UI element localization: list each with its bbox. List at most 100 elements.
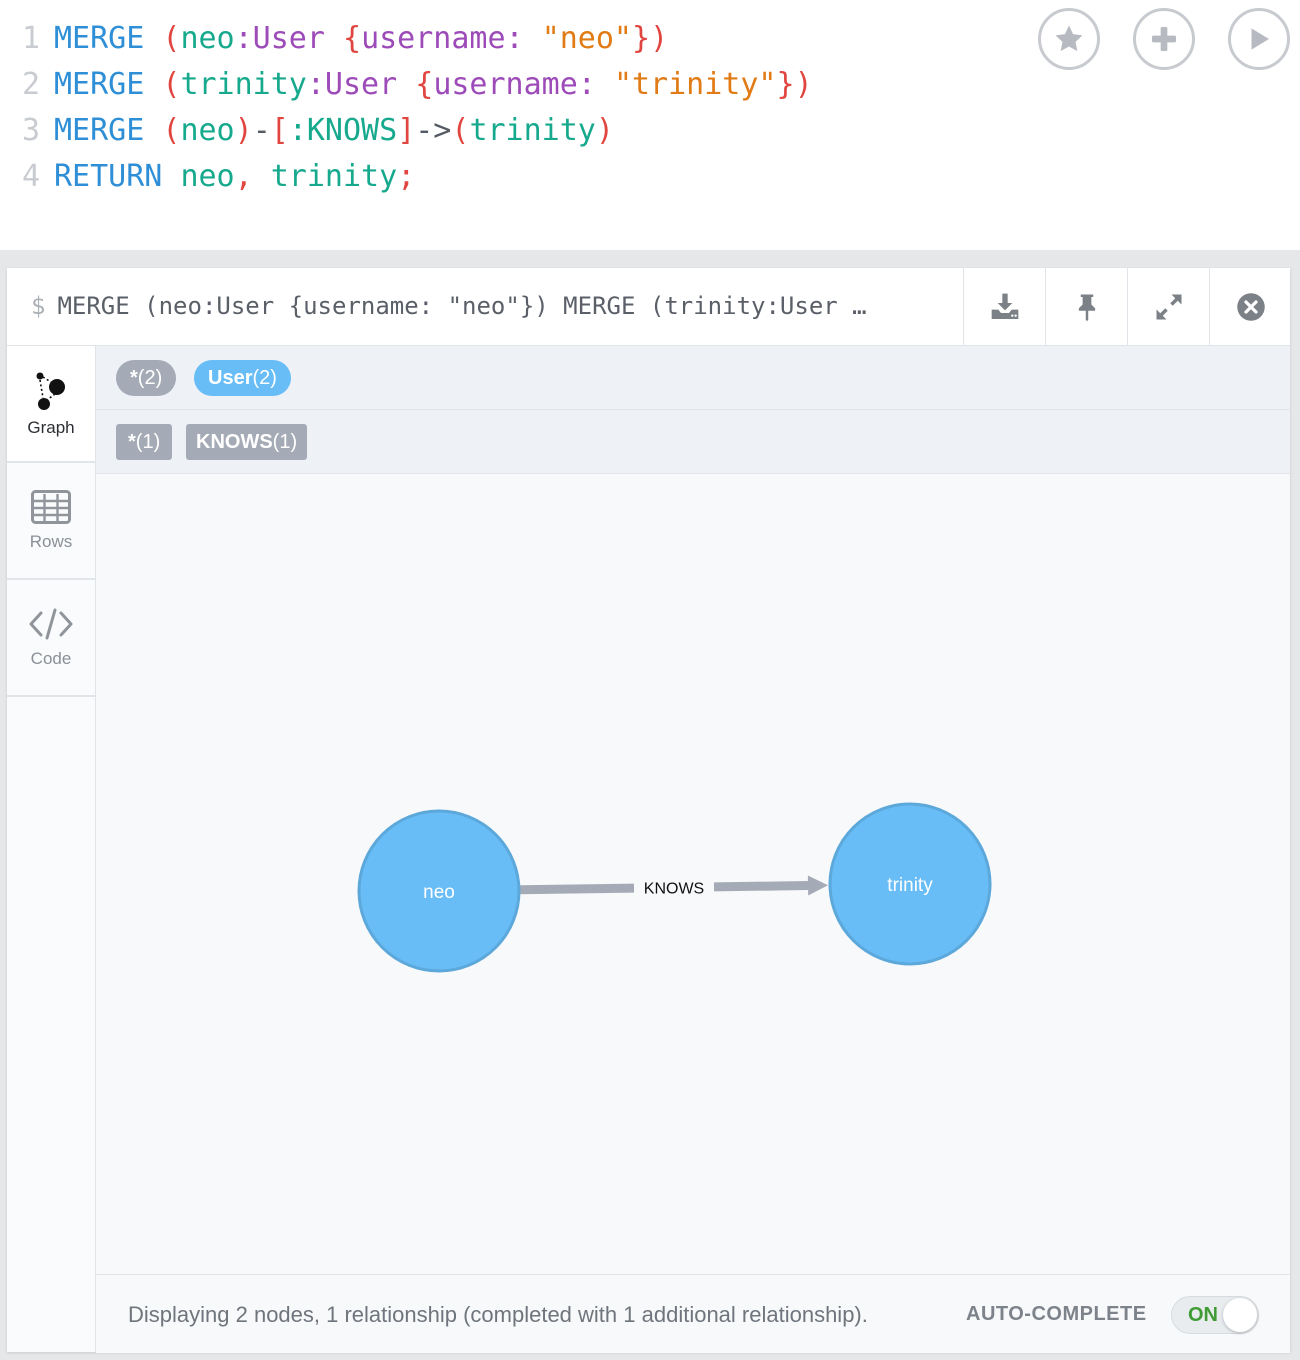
code-line[interactable]: 1 MERGE (neo:User {username: "neo"}) — [0, 16, 813, 62]
status-bar: Displaying 2 nodes, 1 relationship (comp… — [96, 1274, 1290, 1353]
legend-rel-all[interactable]: *(1) — [116, 424, 173, 460]
result-frame: $ MERGE (neo:User {username: "neo"}) MERG… — [7, 268, 1290, 1353]
code-token: "trinity" — [613, 67, 777, 102]
code-token: ) — [234, 113, 253, 148]
graph-canvas[interactable]: KNOWS neo trinity — [96, 474, 1290, 1274]
code-line[interactable]: 3 MERGE (neo)-[:KNOWS]->(trinity) — [0, 108, 813, 154]
legend-node-user-count: (2) — [252, 367, 277, 389]
code-text: RETURN neo, trinity; — [54, 154, 415, 200]
code-token: neo — [180, 113, 235, 148]
code-token: { — [343, 21, 362, 56]
graph-icon — [36, 372, 65, 410]
add-frame-button[interactable] — [1133, 8, 1195, 70]
code-token: ) — [794, 67, 813, 102]
legend-node-user-label: User — [208, 367, 253, 389]
frame-query-title[interactable]: $ MERGE (neo:User {username: "neo"}) MERG… — [31, 268, 931, 345]
code-token: { — [415, 67, 434, 102]
code-line[interactable]: 2 MERGE (trinity:User {username: "trinity… — [0, 62, 813, 108]
download-button[interactable] — [963, 268, 1045, 345]
graph-node-neo[interactable]: neo — [357, 809, 521, 973]
code-token: ] — [397, 113, 416, 148]
code-token: ( — [162, 67, 181, 102]
node-caption: trinity — [887, 875, 933, 896]
code-token: neo — [180, 21, 235, 56]
legend-rel-all-count: (1) — [135, 431, 161, 453]
legend-node-all-label: * — [130, 367, 138, 389]
code-token: , — [234, 159, 253, 194]
legend-node-all[interactable]: *(2) — [116, 360, 177, 396]
tab-code-label: Code — [30, 648, 72, 668]
code-line[interactable]: 4 RETURN neo, trinity; — [0, 154, 813, 200]
code-token: } — [776, 67, 795, 102]
relationship-label: KNOWS — [644, 881, 704, 898]
node-labels-legend: *(2) User(2) — [96, 346, 1290, 410]
pin-button[interactable] — [1045, 268, 1127, 345]
code-token: ( — [451, 113, 470, 148]
code-token: "neo" — [541, 21, 632, 56]
relationship-line — [519, 883, 635, 895]
tab-code[interactable]: Code — [7, 580, 95, 697]
code-token: ) — [595, 113, 614, 148]
code-token: :User — [234, 21, 325, 56]
tab-rows[interactable]: Rows — [7, 463, 95, 580]
legend-node-all-count: (2) — [137, 367, 163, 389]
graph-node-trinity[interactable]: trinity — [828, 802, 992, 966]
code-icon — [29, 608, 73, 639]
close-icon — [1236, 292, 1265, 321]
legend-rel-knows[interactable]: KNOWS(1) — [186, 424, 308, 460]
code-token: MERGE — [54, 21, 145, 56]
code-token: ( — [162, 21, 181, 56]
code-lines[interactable]: 1 MERGE (neo:User {username: "neo"}) 2 MERG… — [0, 16, 813, 200]
code-token: MERGE — [54, 113, 145, 148]
plus-icon — [1152, 27, 1176, 51]
expand-icon — [1156, 294, 1181, 319]
legend-node-user[interactable]: User(2) — [194, 360, 291, 396]
line-number: 1 — [21, 21, 40, 56]
tab-graph[interactable]: Graph — [7, 346, 95, 463]
code-token: trinity — [270, 159, 398, 194]
code-token: trinity — [180, 67, 307, 102]
code-token: username: — [433, 67, 596, 102]
run-query-button[interactable] — [1228, 8, 1290, 70]
graph-view: *(2) User(2) *(1) KNOWS(1) KNOWS neo trin… — [96, 346, 1290, 1353]
download-icon — [991, 293, 1018, 319]
code-token: ( — [162, 113, 181, 148]
code-token: :KNOWS — [288, 113, 398, 148]
fullscreen-button[interactable] — [1127, 268, 1209, 345]
relationship-knows[interactable]: KNOWS — [519, 875, 829, 898]
code-token: trinity — [469, 113, 596, 148]
close-frame-button[interactable] — [1209, 268, 1291, 345]
auto-complete-label: AUTO-COMPLETE — [966, 1303, 1147, 1325]
favorite-button[interactable] — [1038, 8, 1100, 70]
pin-icon — [1078, 294, 1095, 321]
frame-header: $ MERGE (neo:User {username: "neo"}) MERG… — [7, 268, 1290, 346]
legend-rel-knows-count: (1) — [272, 431, 298, 453]
code-text: MERGE (neo:User {username: "neo"}) — [54, 16, 668, 62]
code-token: :User — [306, 67, 398, 102]
tab-graph-label: Graph — [27, 417, 75, 437]
code-token: ; — [397, 159, 416, 194]
relationship-arrowhead — [807, 875, 829, 896]
status-text: Displaying 2 nodes, 1 relationship (comp… — [128, 1302, 868, 1327]
line-number: 4 — [21, 159, 40, 194]
star-icon — [1055, 25, 1083, 52]
line-number: 2 — [21, 67, 40, 102]
legend-rel-knows-label: KNOWS — [196, 431, 273, 453]
code-token: neo — [180, 159, 235, 194]
code-token: -> — [415, 113, 452, 148]
code-token: username: — [361, 21, 524, 56]
frame-title-text: MERGE (neo:User {username: "neo"}) MERGE… — [57, 292, 867, 320]
query-editor[interactable]: 1 MERGE (neo:User {username: "neo"}) 2 MERG… — [0, 0, 1300, 250]
line-number: 3 — [21, 113, 40, 148]
table-icon — [31, 489, 71, 524]
node-caption: neo — [423, 882, 455, 903]
auto-complete-toggle[interactable]: ON — [1171, 1296, 1259, 1334]
